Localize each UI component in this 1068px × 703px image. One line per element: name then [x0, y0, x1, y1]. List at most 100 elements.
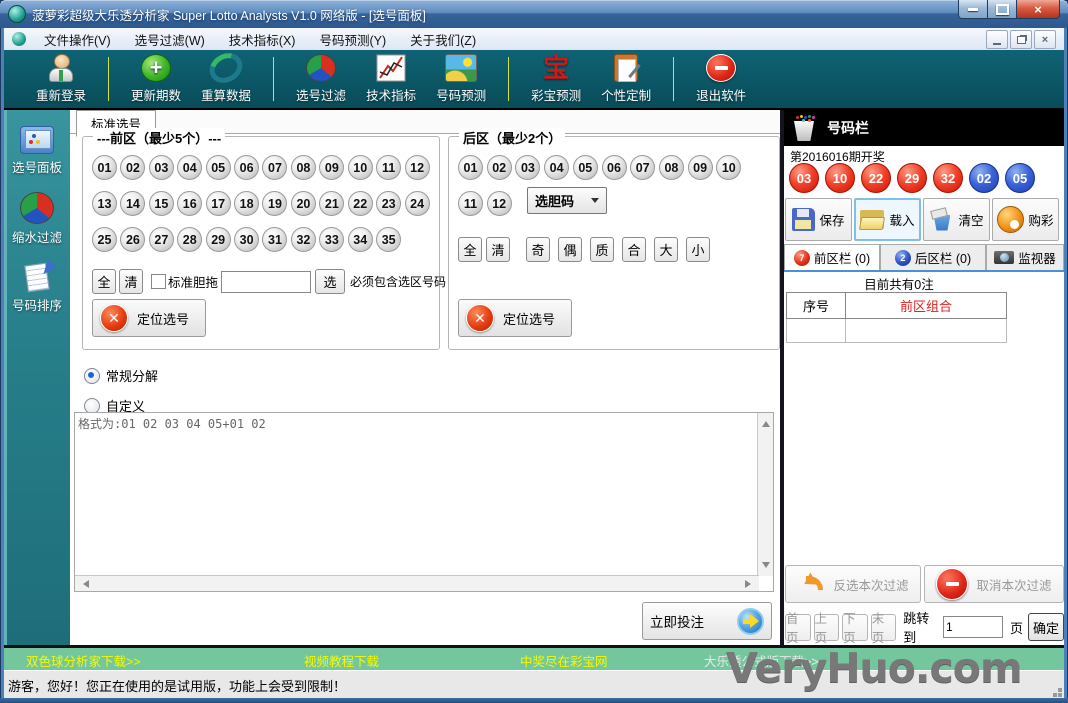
toolbar-customize-button[interactable]: 个性定制	[591, 52, 661, 106]
back-filter-button[interactable]: 质	[590, 237, 614, 262]
footer-link-video[interactable]: 视频教程下载	[304, 651, 379, 670]
front-number-ball[interactable]: 13	[92, 191, 117, 216]
toolbar-recalc-button[interactable]: 重算数据	[191, 47, 261, 106]
last-page-button[interactable]: 末页	[870, 612, 897, 645]
cancel-filter-button[interactable]: 取消本次过滤	[924, 565, 1064, 603]
back-number-ball[interactable]: 02	[486, 155, 512, 180]
toolbar-exit-button[interactable]: 退出软件	[686, 52, 756, 106]
front-number-ball[interactable]: 16	[177, 191, 203, 216]
front-number-ball[interactable]: 22	[347, 191, 373, 216]
back-number-ball[interactable]: 06	[601, 155, 627, 180]
front-number-ball[interactable]: 34	[347, 227, 373, 252]
back-number-ball[interactable]: 10	[716, 155, 742, 180]
load-button[interactable]: 载入	[854, 198, 921, 241]
tab-front-zone[interactable]: 7 前区栏 (0)	[784, 244, 880, 270]
mode-regular-option[interactable]: 常规分解	[84, 366, 158, 385]
back-filter-button[interactable]: 奇	[526, 237, 550, 262]
danma-dropdown[interactable]: 选胆码	[527, 187, 607, 214]
front-clear-button[interactable]: 清	[119, 269, 143, 294]
minimize-button[interactable]	[958, 0, 988, 19]
sidebar-item-select-panel[interactable]: 选号面板	[4, 126, 70, 176]
invert-filter-button[interactable]: 反选本次过滤	[785, 565, 921, 603]
tab-back-zone[interactable]: 2 后区栏 (0)	[880, 244, 986, 270]
radio-selected-icon[interactable]	[84, 367, 100, 384]
toolbar-update-periods-button[interactable]: + 更新期数	[121, 52, 191, 106]
menu-item[interactable]: 选号过滤(W)	[125, 28, 215, 51]
front-number-ball[interactable]: 09	[319, 155, 345, 180]
back-number-ball[interactable]: 11	[458, 191, 483, 216]
front-number-ball[interactable]: 06	[234, 155, 260, 180]
maximize-button[interactable]	[988, 0, 1016, 19]
front-number-ball[interactable]: 17	[205, 191, 231, 216]
toolbar-indicator-button[interactable]: 技术指标	[356, 52, 426, 106]
front-number-ball[interactable]: 21	[319, 191, 345, 216]
menu-item[interactable]: 文件操作(V)	[34, 28, 121, 51]
back-number-ball[interactable]: 05	[572, 155, 598, 180]
sidebar-item-shrink-filter[interactable]: 缩水过滤	[4, 192, 70, 246]
back-number-ball[interactable]: 07	[630, 155, 656, 180]
front-number-ball[interactable]: 25	[92, 227, 117, 252]
mdi-minimize-button[interactable]	[986, 30, 1008, 49]
menu-item[interactable]: 关于我们(Z)	[400, 28, 486, 51]
dantuo-input[interactable]	[221, 270, 312, 293]
back-position-select-button[interactable]: ✕ 定位选号	[458, 299, 573, 337]
back-number-ball[interactable]: 01	[458, 155, 483, 180]
front-number-ball[interactable]: 18	[234, 191, 260, 216]
front-number-ball[interactable]: 32	[290, 227, 316, 252]
toolbar-predict-button[interactable]: 号码预测	[426, 52, 496, 106]
back-filter-button[interactable]: 大	[654, 237, 678, 262]
front-number-ball[interactable]: 26	[120, 227, 146, 252]
back-filter-button[interactable]: 偶	[558, 237, 582, 262]
front-number-ball[interactable]: 10	[347, 155, 373, 180]
front-number-ball[interactable]: 01	[92, 155, 117, 180]
front-number-ball[interactable]: 04	[177, 155, 203, 180]
footer-link-caibao[interactable]: 中奖尽在彩宝网	[520, 651, 608, 670]
front-number-ball[interactable]: 08	[290, 155, 316, 180]
front-number-ball[interactable]: 07	[262, 155, 288, 180]
menu-item[interactable]: 号码预测(Y)	[309, 28, 396, 51]
mdi-restore-button[interactable]	[1010, 30, 1032, 49]
close-button[interactable]: ×	[1016, 0, 1060, 19]
back-number-ball[interactable]: 12	[486, 191, 512, 216]
front-number-ball[interactable]: 20	[290, 191, 316, 216]
buy-button[interactable]: 购彩	[992, 198, 1059, 241]
bet-now-button[interactable]: 立即投注	[642, 602, 772, 640]
front-number-ball[interactable]: 14	[120, 191, 146, 216]
back-select-all-button[interactable]: 全	[458, 237, 482, 262]
prev-page-button[interactable]: 上页	[813, 612, 840, 645]
clear-button[interactable]: 清空	[923, 198, 990, 241]
front-position-select-button[interactable]: ✕ 定位选号	[92, 299, 207, 337]
save-button[interactable]: 保存	[785, 198, 852, 241]
back-filter-button[interactable]: 合	[622, 237, 646, 262]
front-number-ball[interactable]: 29	[205, 227, 231, 252]
dantuo-checkbox[interactable]	[151, 274, 166, 289]
front-number-ball[interactable]: 02	[120, 155, 146, 180]
front-number-ball[interactable]: 11	[376, 155, 402, 180]
combination-textarea[interactable]: 格式为:01 02 03 04 05+01 02	[74, 412, 774, 592]
menu-item[interactable]: 技术指标(X)	[219, 28, 306, 51]
front-number-ball[interactable]: 33	[319, 227, 345, 252]
front-pick-button[interactable]: 选	[315, 269, 346, 294]
horizontal-scrollbar[interactable]	[75, 575, 759, 591]
back-number-ball[interactable]: 04	[544, 155, 570, 180]
tab-monitor[interactable]: 监视器	[986, 244, 1064, 270]
back-filter-button[interactable]: 小	[686, 237, 710, 262]
next-page-button[interactable]: 下页	[842, 612, 868, 645]
front-number-ball[interactable]: 30	[234, 227, 260, 252]
resize-grip[interactable]	[1058, 693, 1062, 697]
footer-link-ssq[interactable]: 双色球分析家下载>>	[26, 651, 141, 670]
toolbar-caibao-button[interactable]: 宝 彩宝预测	[521, 52, 591, 106]
front-number-ball[interactable]: 27	[148, 227, 174, 252]
sidebar-item-number-sort[interactable]: 号码排序	[4, 262, 70, 314]
front-number-ball[interactable]: 23	[376, 191, 402, 216]
front-number-ball[interactable]: 19	[262, 191, 288, 216]
toolbar-filter-button[interactable]: 选号过滤	[286, 52, 356, 106]
front-number-ball[interactable]: 31	[262, 227, 288, 252]
front-number-ball[interactable]: 28	[177, 227, 203, 252]
back-number-ball[interactable]: 03	[515, 155, 541, 180]
back-number-ball[interactable]: 08	[658, 155, 684, 180]
jump-ok-button[interactable]: 确定	[1028, 613, 1064, 641]
front-number-ball[interactable]: 05	[205, 155, 231, 180]
front-number-ball[interactable]: 12	[404, 155, 430, 180]
table-row[interactable]	[786, 318, 1007, 343]
